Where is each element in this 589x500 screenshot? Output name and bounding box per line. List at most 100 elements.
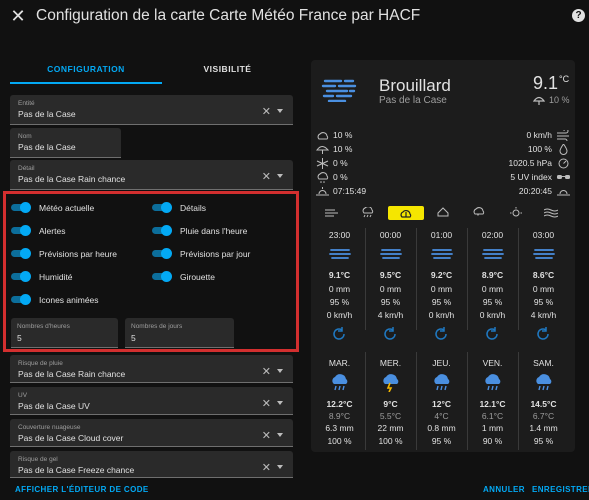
day-max-temp: 12.2°C: [326, 399, 353, 409]
hour-rain: 0 mm: [430, 284, 453, 294]
name-field[interactable]: Nom Pas de la Case: [10, 128, 121, 158]
day-min-temp: 6.7°C: [532, 411, 555, 421]
wind-icon: [557, 130, 569, 141]
name-value: Pas de la Case: [18, 142, 76, 152]
daily-forecast-item: JEU. 12°C 4°C 0.8 mm 95 %: [418, 356, 465, 448]
hourly-forecast-item: 01:00 9.2°C 0 mm 95 % 0 km/h: [418, 228, 465, 332]
chevron-down-icon[interactable]: [277, 465, 283, 469]
toggle-pluie-heure[interactable]: Pluie dans l'heure: [150, 225, 247, 236]
day-name: SAM.: [533, 358, 554, 368]
day-rain: 22 mm: [377, 423, 404, 433]
switch[interactable]: [150, 248, 172, 259]
toggle-label: Détails: [180, 202, 206, 213]
current-temperature: 9.1: [533, 73, 559, 93]
name-label: Nom: [18, 133, 32, 140]
divider: [416, 352, 417, 450]
toggle-previsions-jour[interactable]: Prévisions par jour: [150, 248, 250, 259]
divider: [518, 228, 519, 330]
daily-forecast-item: SAM. 14.5°C 6.7°C 1.4 mm 95 %: [520, 356, 567, 448]
hour-wind: 4 km/h: [377, 310, 404, 320]
switch[interactable]: [9, 248, 31, 259]
switch[interactable]: [9, 225, 31, 236]
switch[interactable]: [9, 202, 31, 213]
hour-time: 01:00: [430, 230, 453, 240]
cancel-button[interactable]: ANNULER: [483, 485, 525, 494]
clear-icon[interactable]: ✕: [262, 105, 271, 118]
daily-forecast-item: MAR. 12.2°C 8.9°C 6.3 mm 100 %: [316, 356, 363, 448]
wind-direction-icon: [435, 327, 447, 340]
toggle-label: Icones animées: [39, 294, 99, 305]
divider: [416, 228, 417, 330]
uv-label: UV: [18, 392, 28, 399]
help-icon[interactable]: ?: [572, 9, 585, 22]
clear-icon[interactable]: ✕: [262, 365, 271, 378]
hour-time: 00:00: [379, 230, 402, 240]
hour-temperature: 8.9°C: [481, 270, 504, 280]
divider: [467, 352, 468, 450]
day-name: MAR.: [328, 358, 351, 368]
toggle-details[interactable]: Détails: [150, 202, 206, 213]
wind-strip-icon: [325, 209, 338, 217]
chevron-down-icon[interactable]: [277, 369, 283, 373]
daily-forecast-item: MER. 9°C 5.5°C 22 mm 100 %: [367, 356, 414, 448]
toggle-label: Pluie dans l'heure: [180, 225, 248, 236]
condition-name: Brouillard: [379, 76, 451, 95]
switch[interactable]: [9, 294, 31, 305]
day-min-temp: 8.9°C: [328, 411, 351, 421]
clear-icon[interactable]: ✕: [262, 429, 271, 442]
toggle-label: Humidité: [39, 271, 73, 282]
tab-visibilite[interactable]: VISIBILITÉ: [162, 58, 293, 84]
detail-select[interactable]: Détail Pas de la Case Rain chance ✕: [10, 160, 293, 190]
close-icon[interactable]: ✕: [10, 7, 26, 25]
hour-time: 02:00: [481, 230, 504, 240]
day-name: JEU.: [432, 358, 451, 368]
toggle-icones-animees[interactable]: Icones animées: [9, 294, 99, 305]
toggle-previsions-heure[interactable]: Prévisions par heure: [9, 248, 117, 259]
hours-count-field[interactable]: Nombres d'heures 5: [11, 318, 118, 348]
divider: [518, 352, 519, 450]
switch[interactable]: [150, 225, 172, 236]
detail-label: Détail: [18, 165, 35, 172]
show-code-editor-button[interactable]: AFFICHER L'ÉDITEUR DE CODE: [15, 485, 149, 494]
days-count-field[interactable]: Nombres de jours 5: [125, 318, 234, 348]
hour-wind: 0 km/h: [479, 310, 506, 320]
snow-cloud-strip-icon: *: [473, 207, 485, 218]
cloud-cover-select[interactable]: Couverture nuageuse Pas de la Case Cloud…: [10, 419, 293, 447]
clear-icon[interactable]: ✕: [262, 397, 271, 410]
rain-risk-select[interactable]: Risque de pluie Pas de la Case Rain chan…: [10, 355, 293, 383]
toggle-meteo-actuelle[interactable]: Météo actuelle: [9, 202, 94, 213]
freeze-risk-label: Risque de gel: [18, 456, 58, 463]
chevron-down-icon[interactable]: [277, 433, 283, 437]
switch[interactable]: [9, 271, 31, 282]
cloud-cover-label: Couverture nuageuse: [18, 424, 81, 431]
entity-select[interactable]: Entité Pas de la Case ✕: [10, 95, 293, 125]
day-max-temp: 14.5°C: [530, 399, 557, 409]
tab-configuration[interactable]: CONFIGURATION: [10, 58, 162, 84]
hour-humidity: 95 %: [482, 297, 503, 307]
chevron-down-icon[interactable]: [277, 109, 283, 113]
switch[interactable]: [150, 202, 172, 213]
toggle-girouette[interactable]: Girouette: [150, 271, 215, 282]
clear-icon[interactable]: ✕: [262, 461, 271, 474]
save-button[interactable]: ENREGISTRER: [532, 485, 589, 494]
gauge-icon: [558, 158, 569, 169]
switch[interactable]: [150, 271, 172, 282]
day-rain: 1 mm: [481, 423, 504, 433]
toggle-label: Météo actuelle: [39, 202, 95, 213]
hour-rain: 0 mm: [379, 284, 402, 294]
detail-wind-speed: 0 km/h: [526, 130, 552, 140]
toggle-alertes[interactable]: Alertes: [9, 225, 65, 236]
rain-risk-value: Pas de la Case Rain chance: [18, 369, 126, 379]
clear-icon[interactable]: ✕: [262, 170, 271, 183]
chevron-down-icon[interactable]: [277, 174, 283, 178]
chevron-down-icon[interactable]: [277, 401, 283, 405]
hour-wind: 0 km/h: [428, 310, 455, 320]
hour-humidity: 95 %: [533, 297, 554, 307]
uv-select[interactable]: UV Pas de la Case UV ✕: [10, 387, 293, 415]
toggle-humidite[interactable]: Humidité: [9, 271, 73, 282]
rain-risk-label: Risque de pluie: [18, 360, 63, 367]
fog-icon: [431, 249, 453, 259]
sunset-icon: [557, 190, 570, 196]
freeze-risk-select[interactable]: Risque de gel Pas de la Case Freeze chan…: [10, 451, 293, 478]
house-flood-icon: [437, 207, 449, 217]
